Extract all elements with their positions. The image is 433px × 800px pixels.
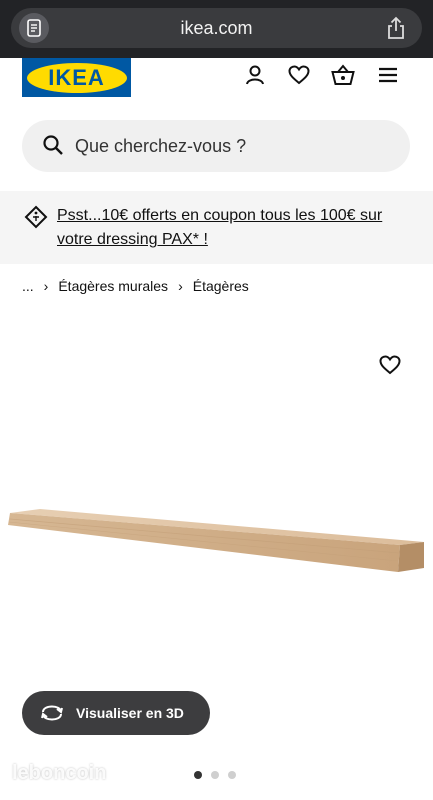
url-text[interactable]: ikea.com [11,18,422,39]
breadcrumb-item-etageres-murales[interactable]: Étagères murales [58,278,168,294]
chevron-right-icon: › [178,278,183,294]
carousel-dot-1[interactable] [194,771,202,779]
breadcrumb-ellipsis[interactable]: ... [22,278,34,294]
promo-link[interactable]: Psst...10€ offerts en coupon tous les 10… [57,204,407,252]
view-3d-label: Visualiser en 3D [76,705,184,721]
carousel-dots [194,771,236,779]
carousel-dot-2[interactable] [211,771,219,779]
carousel-dot-3[interactable] [228,771,236,779]
account-icon[interactable] [242,62,268,88]
search-placeholder: Que cherchez-vous ? [75,136,247,156]
heart-icon[interactable] [286,62,312,88]
favorite-heart-icon[interactable] [379,355,401,380]
rotate-3d-icon [40,704,64,722]
menu-icon[interactable] [375,62,401,88]
breadcrumb: ... › Étagères murales › Étagères [22,278,249,294]
search-icon [42,134,64,161]
logo-oval: IKEA [26,62,127,93]
share-icon[interactable] [382,14,410,42]
logo-text: IKEA [48,64,105,90]
watermark: leboncoin [12,762,107,784]
view-3d-button[interactable]: Visualiser en 3D [22,691,210,735]
address-bar[interactable]: ikea.com [11,8,422,48]
ikea-logo[interactable]: IKEA [22,58,131,97]
breadcrumb-item-etageres[interactable]: Étagères [193,278,249,294]
promo-banner[interactable]: Psst...10€ offerts en coupon tous les 10… [0,191,433,264]
search-input[interactable]: Que cherchez-vous ? [22,120,410,172]
product-image-shelf [8,509,424,572]
chevron-right-icon: › [43,278,49,294]
tag-icon [24,205,48,234]
basket-icon[interactable] [330,62,356,88]
site-header: IKEA [0,58,433,110]
browser-toolbar: ikea.com [0,0,433,58]
